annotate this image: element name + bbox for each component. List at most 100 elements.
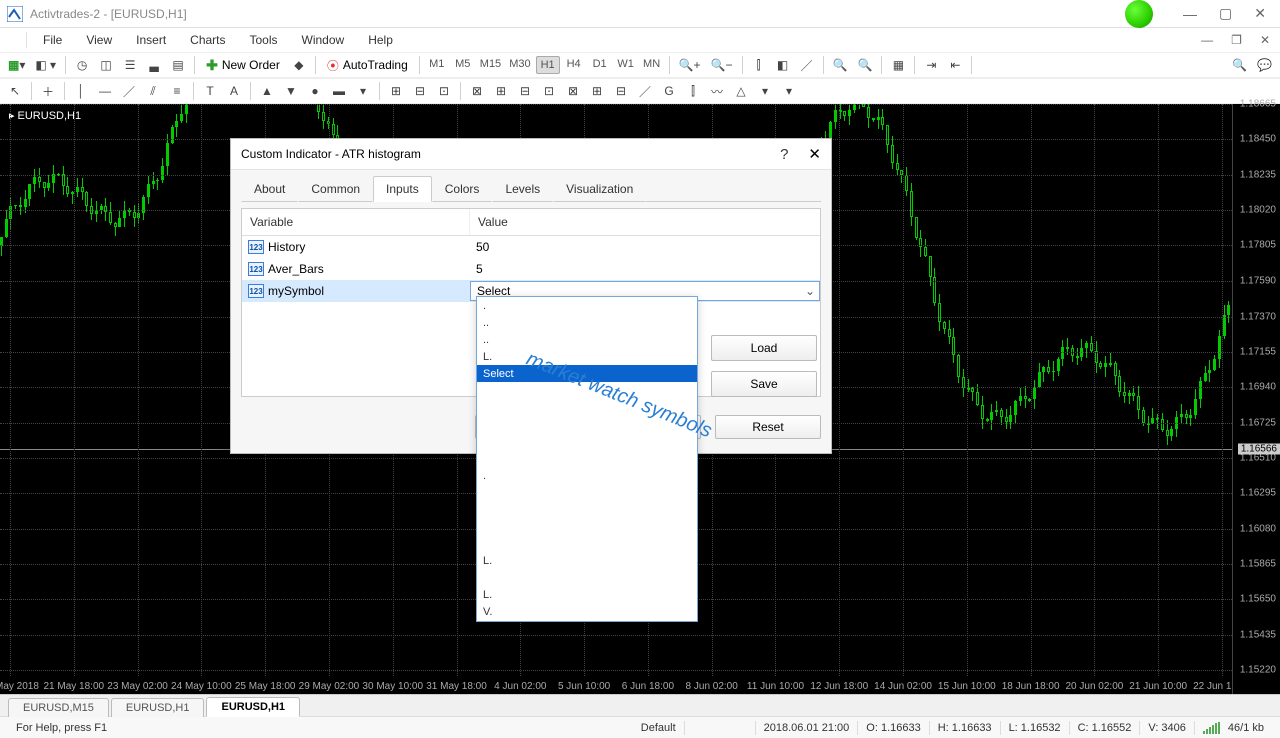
channel-button[interactable]: ⫽ — [142, 80, 164, 102]
menu-window[interactable]: Window — [292, 30, 355, 50]
chart-type-bar-button[interactable]: ⫿ — [748, 54, 770, 76]
strategy-tester-button[interactable]: ▤ — [167, 54, 189, 76]
dropdown-option[interactable] — [477, 535, 697, 552]
dropdown-option[interactable]: L. — [477, 586, 697, 603]
e11-button[interactable]: 〰 — [706, 80, 728, 102]
search-button[interactable]: 🔍 — [1228, 54, 1251, 76]
timeframe-h1[interactable]: H1 — [536, 56, 560, 74]
zoom-in-button[interactable]: 🔍+ — [675, 54, 705, 76]
auto-scroll-button[interactable]: ⇤ — [944, 54, 966, 76]
e5-button[interactable]: ⊠ — [562, 80, 584, 102]
dropdown-option[interactable]: L. — [477, 348, 697, 365]
hline-button[interactable]: — — [94, 80, 116, 102]
autotrading-button[interactable]: ⦿ AutoTrading — [321, 57, 414, 74]
e12-button[interactable]: △ — [730, 80, 752, 102]
indicators-button[interactable]: ⊟ — [409, 80, 431, 102]
dropdown-option[interactable] — [477, 433, 697, 450]
zoom-out2-button[interactable]: 🔍 — [853, 54, 876, 76]
dropdown-option[interactable] — [477, 484, 697, 501]
dialog-help-button[interactable]: ? — [780, 146, 788, 163]
e1-button[interactable]: ⊠ — [466, 80, 488, 102]
e2-button[interactable]: ⊞ — [490, 80, 512, 102]
tile-windows-button[interactable]: ▦ — [887, 54, 909, 76]
e4-button[interactable]: ⊡ — [538, 80, 560, 102]
chart-tab-2[interactable]: EURUSD,H1 — [206, 697, 300, 717]
label-button[interactable]: A — [223, 80, 245, 102]
dropdown-option[interactable] — [477, 518, 697, 535]
periods-button[interactable]: ⊞ — [385, 80, 407, 102]
dropdown-option[interactable]: .. — [477, 331, 697, 348]
tab-colors[interactable]: Colors — [432, 176, 493, 202]
timeframe-mn[interactable]: MN — [640, 56, 664, 74]
menu-file[interactable]: File — [33, 30, 72, 50]
arrow-up-button[interactable]: ▲ — [256, 80, 278, 102]
menu-view[interactable]: View — [76, 30, 122, 50]
tab-common[interactable]: Common — [298, 176, 373, 202]
dropdown-option[interactable]: Select — [477, 365, 697, 382]
e6-button[interactable]: ⊞ — [586, 80, 608, 102]
menu-tools[interactable]: Tools — [240, 30, 288, 50]
dropdown-option[interactable]: V. — [477, 603, 697, 620]
dropdown-option[interactable]: .. — [477, 314, 697, 331]
dropdown-option[interactable]: . — [477, 297, 697, 314]
metaquotes-button[interactable]: ◆ — [288, 54, 310, 76]
dropdown-option[interactable] — [477, 569, 697, 586]
mdi-close-icon[interactable]: ✕ — [1260, 33, 1270, 47]
mdi-minimize-icon[interactable]: — — [1201, 33, 1213, 47]
cursor-button[interactable]: ↖ — [4, 80, 26, 102]
tab-about[interactable]: About — [241, 176, 298, 202]
vline-button[interactable]: │ — [70, 80, 92, 102]
profiles-button[interactable]: ◧ ▾ — [31, 54, 60, 76]
tab-inputs[interactable]: Inputs — [373, 176, 432, 202]
dropdown-option[interactable]: L. — [477, 552, 697, 569]
timeframe-m30[interactable]: M30 — [506, 56, 533, 74]
new-order-button[interactable]: ✚ New Order — [200, 57, 286, 74]
menu-insert[interactable]: Insert — [126, 30, 176, 50]
e13-button[interactable]: ▾ — [754, 80, 776, 102]
e3-button[interactable]: ⊟ — [514, 80, 536, 102]
chart-type-line-button[interactable]: ／ — [796, 54, 818, 76]
new-chart-button[interactable]: ▦ ▾ — [4, 54, 29, 76]
zoom-out-button[interactable]: 🔍− — [707, 54, 737, 76]
e9-button[interactable]: G — [658, 80, 680, 102]
dialog-titlebar[interactable]: Custom Indicator - ATR histogram ? ✕ — [231, 139, 831, 169]
symbol-dropdown[interactable]: .....L.Select.L.L.V. — [476, 296, 698, 622]
dropdown-option[interactable] — [477, 399, 697, 416]
param-row-history[interactable]: 123History 50 — [242, 236, 820, 258]
load-button[interactable]: Load — [711, 335, 817, 361]
minimize-button[interactable]: — — [1183, 6, 1197, 22]
tab-levels[interactable]: Levels — [492, 176, 553, 202]
dropdown-option[interactable] — [477, 501, 697, 518]
rect-button[interactable]: ▬ — [328, 80, 350, 102]
dropdown-option[interactable]: . — [477, 467, 697, 484]
timeframe-d1[interactable]: D1 — [588, 56, 612, 74]
timeframe-m15[interactable]: M15 — [477, 56, 504, 74]
menu-charts[interactable]: Charts — [180, 30, 235, 50]
dialog-close-button[interactable]: ✕ — [808, 145, 821, 163]
maximize-button[interactable]: ▢ — [1219, 5, 1232, 22]
data-window-button[interactable]: ◫ — [95, 54, 117, 76]
chart-type-candle-button[interactable]: ◧ — [772, 54, 794, 76]
dropdown-option[interactable] — [477, 450, 697, 467]
templates-button[interactable]: ⊡ — [433, 80, 455, 102]
e7-button[interactable]: ⊟ — [610, 80, 632, 102]
timeframe-m1[interactable]: M1 — [425, 56, 449, 74]
market-watch-button[interactable]: ◷ — [71, 54, 93, 76]
param-row-averbars[interactable]: 123Aver_Bars 5 — [242, 258, 820, 280]
arrow-down-button[interactable]: ▼ — [280, 80, 302, 102]
fibo-button[interactable]: ≡ — [166, 80, 188, 102]
zoom-in2-button[interactable]: 🔍 — [829, 54, 852, 76]
e14-button[interactable]: ▾ — [778, 80, 800, 102]
chart-tab-1[interactable]: EURUSD,H1 — [111, 698, 205, 717]
mdi-restore-icon[interactable]: ❐ — [1231, 33, 1242, 47]
crosshair-button[interactable]: ＋ — [37, 80, 59, 102]
ellipse-button[interactable]: ● — [304, 80, 326, 102]
reset-button[interactable]: Reset — [715, 415, 821, 439]
timeframe-m5[interactable]: M5 — [451, 56, 475, 74]
text-button[interactable]: T — [199, 80, 221, 102]
dropdown-option[interactable] — [477, 382, 697, 399]
e8-button[interactable]: ／ — [634, 80, 656, 102]
trendline-button[interactable]: ／ — [118, 80, 140, 102]
shift-end-button[interactable]: ⇥ — [920, 54, 942, 76]
timeframe-h4[interactable]: H4 — [562, 56, 586, 74]
